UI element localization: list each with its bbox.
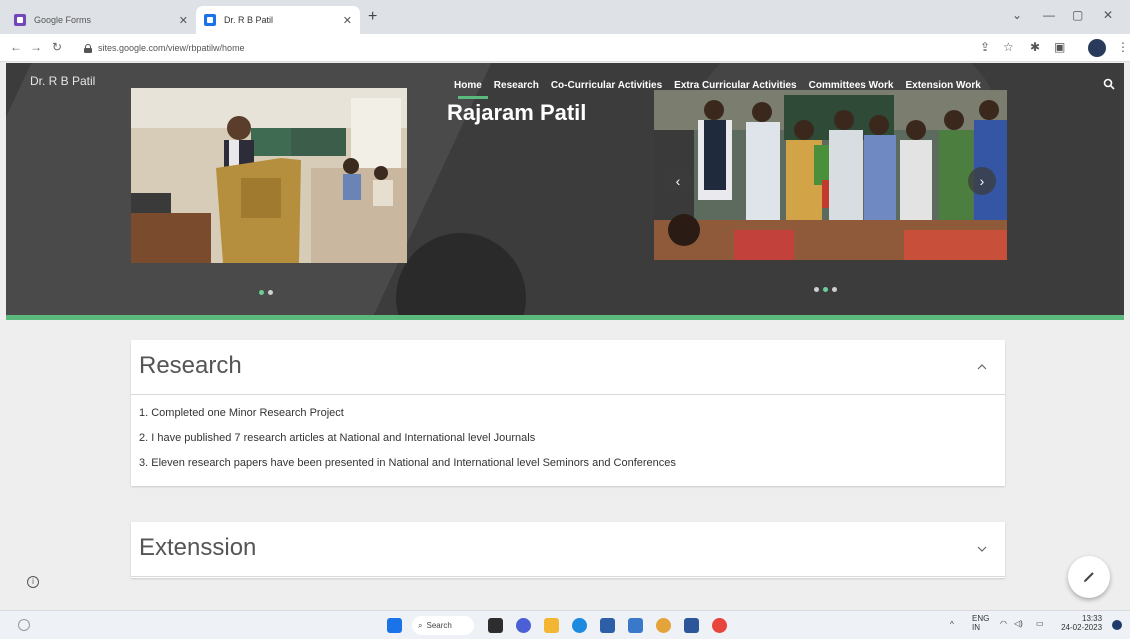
research-header[interactable]: Research bbox=[131, 340, 1005, 395]
clock[interactable]: 13:33 24-02-2023 bbox=[1060, 614, 1102, 632]
google-forms-icon bbox=[14, 14, 26, 26]
chevron-down-icon[interactable]: ⌄ bbox=[1012, 8, 1022, 22]
close-icon[interactable]: ✕ bbox=[343, 14, 352, 27]
carousel-dot[interactable] bbox=[259, 290, 264, 295]
nav-committees[interactable]: Committees Work bbox=[809, 80, 894, 91]
carousel-dots-right bbox=[814, 287, 837, 292]
taskbar-search-label: Search bbox=[426, 621, 452, 630]
lock-icon bbox=[84, 43, 92, 53]
wifi-icon[interactable]: ◠ bbox=[1000, 619, 1007, 628]
bookmark-star-icon[interactable]: ☆ bbox=[1003, 40, 1014, 54]
forward-icon[interactable]: → bbox=[30, 40, 42, 54]
share-icon[interactable]: ⇪ bbox=[980, 40, 990, 54]
battery-icon[interactable]: ▭ bbox=[1036, 619, 1044, 628]
top-navigation: Home Research Co-Curricular Activities E… bbox=[454, 80, 981, 91]
carousel-dot[interactable] bbox=[268, 290, 273, 295]
clock-time: 13:33 bbox=[1082, 614, 1103, 623]
profile-avatar[interactable] bbox=[1088, 39, 1106, 57]
store-icon[interactable] bbox=[600, 618, 615, 633]
extensions-icon[interactable]: ✱ bbox=[1030, 40, 1040, 54]
back-icon[interactable]: ← bbox=[10, 40, 22, 54]
nav-home[interactable]: Home bbox=[454, 80, 482, 91]
nav-extension[interactable]: Extension Work bbox=[905, 80, 980, 91]
tab-google-forms[interactable]: Google Forms ✕ bbox=[6, 6, 196, 34]
hero-heading: Rajaram Patil bbox=[447, 100, 587, 125]
browser-tab-bar: Google Forms ✕ Dr. R B Patil ✕ + ⌄ — ▢ ✕ bbox=[0, 0, 1130, 34]
header-accent-strip bbox=[6, 315, 1124, 320]
url-text: sites.google.com/view/rbpatilw/home bbox=[98, 43, 245, 53]
info-icon[interactable]: i bbox=[27, 576, 39, 588]
address-bar: ← → ↻ sites.google.com/view/rbpatilw/hom… bbox=[0, 34, 1130, 62]
side-panel-icon[interactable]: ▣ bbox=[1054, 40, 1065, 54]
extension-section: Extenssion bbox=[131, 522, 1005, 578]
tab-title: Dr. R B Patil bbox=[224, 15, 274, 25]
app-icon[interactable] bbox=[656, 618, 671, 633]
carousel-image-group bbox=[654, 90, 1007, 260]
weather-icon[interactable] bbox=[18, 619, 30, 631]
os-taskbar: ⌕ Search ^ ENG IN ◠ ◁) ▭ 13:33 24-02-202… bbox=[0, 610, 1130, 639]
minimize-icon[interactable]: — bbox=[1043, 8, 1055, 22]
file-explorer-icon[interactable] bbox=[544, 618, 559, 633]
tab-dr-rb-patil[interactable]: Dr. R B Patil ✕ bbox=[196, 6, 360, 34]
search-icon: ⌕ bbox=[418, 620, 423, 630]
new-tab-icon[interactable]: + bbox=[368, 8, 377, 26]
more-menu-icon[interactable]: ⋮ bbox=[1117, 40, 1129, 54]
app-icon[interactable] bbox=[628, 618, 643, 633]
extension-title: Extenssion bbox=[139, 534, 257, 561]
chat-icon[interactable] bbox=[516, 618, 531, 633]
volume-icon[interactable]: ◁) bbox=[1014, 619, 1023, 628]
research-item: 3. Eleven research papers have been pres… bbox=[139, 457, 676, 469]
nav-research[interactable]: Research bbox=[494, 80, 539, 91]
carousel-next-button[interactable]: › bbox=[968, 167, 996, 195]
carousel-dot[interactable] bbox=[814, 287, 819, 292]
window-close-icon[interactable]: ✕ bbox=[1103, 8, 1113, 22]
research-title: Research bbox=[139, 352, 242, 379]
carousel-image-speaker bbox=[131, 88, 407, 263]
carousel-dot[interactable] bbox=[832, 287, 837, 292]
carousel-prev-button[interactable]: ‹ bbox=[664, 167, 692, 195]
carousel-dot[interactable] bbox=[823, 287, 828, 292]
research-section: Research 1. Completed one Minor Research… bbox=[131, 340, 1005, 486]
pencil-icon bbox=[1084, 572, 1094, 582]
nav-extra-curricular[interactable]: Extra Curricular Activities bbox=[674, 80, 796, 91]
language-code: ENG bbox=[972, 614, 990, 623]
research-body: 1. Completed one Minor Research Project … bbox=[131, 395, 1005, 484]
region-code: IN bbox=[972, 623, 980, 632]
clock-date: 24-02-2023 bbox=[1061, 623, 1103, 632]
chevron-up-icon[interactable] bbox=[977, 362, 987, 372]
restore-icon[interactable]: ▢ bbox=[1072, 8, 1083, 22]
task-view-icon[interactable] bbox=[488, 618, 503, 633]
research-item: 2. I have published 7 research articles … bbox=[139, 432, 536, 444]
edge-icon[interactable] bbox=[572, 618, 587, 633]
site-title[interactable]: Dr. R B Patil bbox=[30, 74, 95, 88]
search-icon[interactable] bbox=[1103, 78, 1115, 90]
chevron-down-icon[interactable] bbox=[977, 544, 987, 554]
close-icon[interactable]: ✕ bbox=[179, 14, 188, 27]
active-nav-indicator bbox=[458, 96, 488, 99]
notification-icon[interactable] bbox=[1112, 620, 1122, 630]
edit-button[interactable] bbox=[1068, 556, 1110, 598]
language-indicator[interactable]: ENG IN bbox=[972, 614, 989, 632]
extension-header[interactable]: Extenssion bbox=[131, 522, 1005, 577]
chevron-up-icon[interactable]: ^ bbox=[950, 620, 954, 629]
taskbar-search[interactable]: ⌕ Search bbox=[412, 616, 474, 635]
tab-title: Google Forms bbox=[34, 15, 92, 25]
windows-start-icon[interactable] bbox=[387, 618, 402, 633]
url-input[interactable]: sites.google.com/view/rbpatilw/home bbox=[84, 38, 964, 58]
google-sites-icon bbox=[204, 14, 216, 26]
decorative-shape bbox=[396, 233, 526, 315]
nav-co-curricular[interactable]: Co-Curricular Activities bbox=[551, 80, 662, 91]
reload-icon[interactable]: ↻ bbox=[52, 40, 62, 54]
research-item: 1. Completed one Minor Research Project bbox=[139, 407, 344, 419]
carousel-dots-left bbox=[259, 290, 273, 295]
word-icon[interactable] bbox=[684, 618, 699, 633]
chrome-icon[interactable] bbox=[712, 618, 727, 633]
